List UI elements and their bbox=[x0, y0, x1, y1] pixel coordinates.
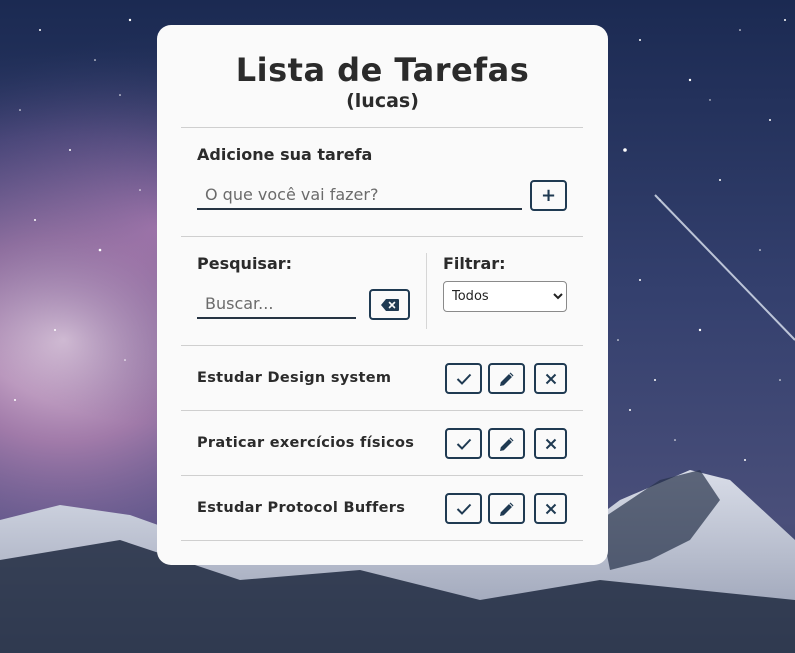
divider bbox=[181, 410, 583, 411]
check-icon bbox=[456, 503, 471, 515]
backspace-icon bbox=[380, 298, 399, 311]
search-label: Pesquisar: bbox=[197, 254, 293, 273]
edit-todo-button[interactable] bbox=[488, 363, 525, 394]
divider bbox=[181, 540, 583, 541]
edit-todo-button[interactable] bbox=[488, 493, 525, 524]
x-mark-icon bbox=[545, 438, 556, 449]
remove-todo-button[interactable] bbox=[534, 363, 567, 394]
check-icon bbox=[456, 373, 471, 385]
todo-title: Praticar exercícios físicos bbox=[197, 435, 415, 451]
user-name: (lucas) bbox=[346, 90, 419, 112]
plus-icon: + bbox=[540, 184, 557, 206]
finish-todo-button[interactable] bbox=[445, 428, 482, 459]
pencil-icon bbox=[499, 437, 513, 451]
todo-title: Estudar Design system bbox=[197, 370, 392, 386]
pencil-icon bbox=[499, 502, 513, 516]
vertical-divider bbox=[426, 253, 427, 329]
edit-todo-button[interactable] bbox=[488, 428, 525, 459]
remove-todo-button[interactable] bbox=[534, 493, 567, 524]
page-title: Lista de Tarefas bbox=[235, 51, 530, 89]
pencil-icon bbox=[499, 372, 513, 386]
finish-todo-button[interactable] bbox=[445, 493, 482, 524]
filter-label: Filtrar: bbox=[443, 254, 506, 273]
add-task-input[interactable] bbox=[197, 181, 522, 210]
add-task-button[interactable]: + bbox=[530, 180, 567, 211]
check-icon bbox=[456, 438, 471, 450]
clear-search-button[interactable] bbox=[369, 289, 410, 320]
divider bbox=[181, 127, 583, 128]
divider bbox=[181, 475, 583, 476]
finish-todo-button[interactable] bbox=[445, 363, 482, 394]
x-mark-icon bbox=[545, 373, 556, 384]
filter-select[interactable]: Todos bbox=[443, 281, 567, 312]
add-task-label: Adicione sua tarefa bbox=[197, 145, 373, 164]
todo-title: Estudar Protocol Buffers bbox=[197, 500, 406, 516]
divider bbox=[181, 236, 583, 237]
remove-todo-button[interactable] bbox=[534, 428, 567, 459]
todo-card: Lista de Tarefas (lucas) Adicione sua ta… bbox=[157, 25, 608, 565]
divider bbox=[181, 345, 583, 346]
x-mark-icon bbox=[545, 503, 556, 514]
search-input[interactable] bbox=[197, 290, 356, 319]
